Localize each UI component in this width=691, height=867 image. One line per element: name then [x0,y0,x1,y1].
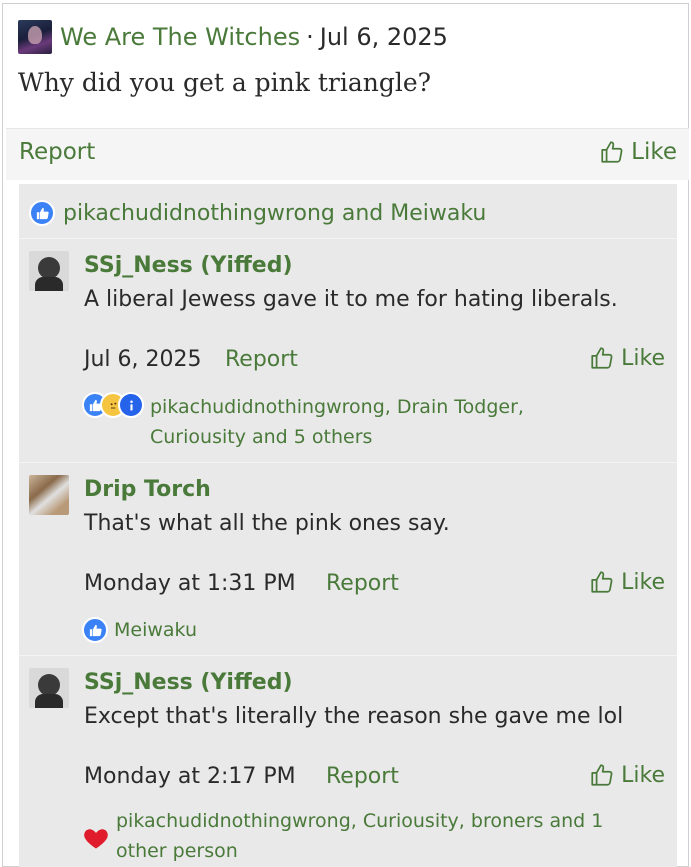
reactions-line: Curiousity and 5 others [150,426,373,448]
post-author-link[interactable]: We Are The Witches [60,23,300,51]
thumbs-up-outline-icon [601,141,623,163]
post-reactions[interactable]: pikachudidnothingwrong and Meiwaku [29,200,486,226]
thumbs-up-reaction-icon [82,617,108,643]
comment-reactions-names[interactable]: pikachudidnothingwrong, Drain Todger, Cu… [150,392,524,452]
comment-date[interactable]: Monday at 2:17 PM [84,764,296,789]
comment-report-button[interactable]: Report [326,571,399,596]
post-separator: · [306,23,314,51]
reaction-stack [82,392,144,418]
comment-reactions-names[interactable]: pikachudidnothingwrong, Curiousity, bron… [116,806,603,866]
comment-text: A liberal Jewess gave it to me for hatin… [84,287,618,312]
post-header: We Are The Witches · Jul 6, 2025 [18,19,448,55]
like-button[interactable]: Like [599,139,677,165]
commenter-avatar[interactable] [29,475,69,515]
comment-item: SSj_Ness (Yiffed) Except that's literall… [19,655,677,867]
like-label: Like [621,762,665,788]
reactions-line: pikachudidnothingwrong, Drain Todger, [150,396,524,418]
comment-thread: pikachudidnothingwrong and Meiwaku SSj_N… [19,184,677,867]
comment-report-button[interactable]: Report [326,764,399,789]
info-icon [118,392,144,418]
comment-text: Except that's literally the reason she g… [84,704,624,729]
commenter-avatar[interactable] [29,668,69,708]
thumbs-up-outline-icon [591,347,613,369]
comment-like-button[interactable]: Like [589,569,665,595]
reactions-line: pikachudidnothingwrong, Curiousity, bron… [116,810,604,832]
like-label: Like [621,345,665,371]
comment-reactions[interactable]: pikachudidnothingwrong, Curiousity, bron… [82,806,603,866]
comment-item: Drip Torch That's what all the pink ones… [19,462,677,655]
commenter-avatar[interactable] [29,251,69,291]
comment-item: SSj_Ness (Yiffed) A liberal Jewess gave … [19,238,677,462]
post-date[interactable]: Jul 6, 2025 [320,23,448,51]
comment-date[interactable]: Monday at 1:31 PM [84,571,296,596]
report-button[interactable]: Report [19,139,95,165]
comment-like-button[interactable]: Like [589,762,665,788]
commenter-name[interactable]: SSj_Ness (Yiffed) [84,670,293,695]
post-body: Why did you get a pink triangle? [18,68,432,97]
commenter-name[interactable]: Drip Torch [84,477,211,502]
like-label: Like [631,139,677,165]
comment-reactions[interactable]: Meiwaku [82,617,197,643]
comment-reactions-names[interactable]: Meiwaku [114,617,197,643]
post-reactions-names[interactable]: pikachudidnothingwrong and Meiwaku [63,201,486,226]
author-avatar[interactable] [18,20,52,54]
comment-reactions[interactable]: pikachudidnothingwrong, Drain Todger, Cu… [82,392,524,452]
thumbs-up-outline-icon [591,764,613,786]
thumbs-up-reaction-icon [29,200,55,226]
comment-report-button[interactable]: Report [225,347,298,372]
comment-text: That's what all the pink ones say. [84,511,450,536]
heart-icon [84,829,108,849]
post-card: We Are The Witches · Jul 6, 2025 Why did… [2,3,689,867]
reactions-line: other person [116,840,238,862]
comment-date[interactable]: Jul 6, 2025 [84,347,202,372]
post-actions-bar: Report Like [6,128,689,180]
comment-like-button[interactable]: Like [589,345,665,371]
like-label: Like [621,569,665,595]
commenter-name[interactable]: SSj_Ness (Yiffed) [84,253,293,278]
thumbs-up-outline-icon [591,571,613,593]
